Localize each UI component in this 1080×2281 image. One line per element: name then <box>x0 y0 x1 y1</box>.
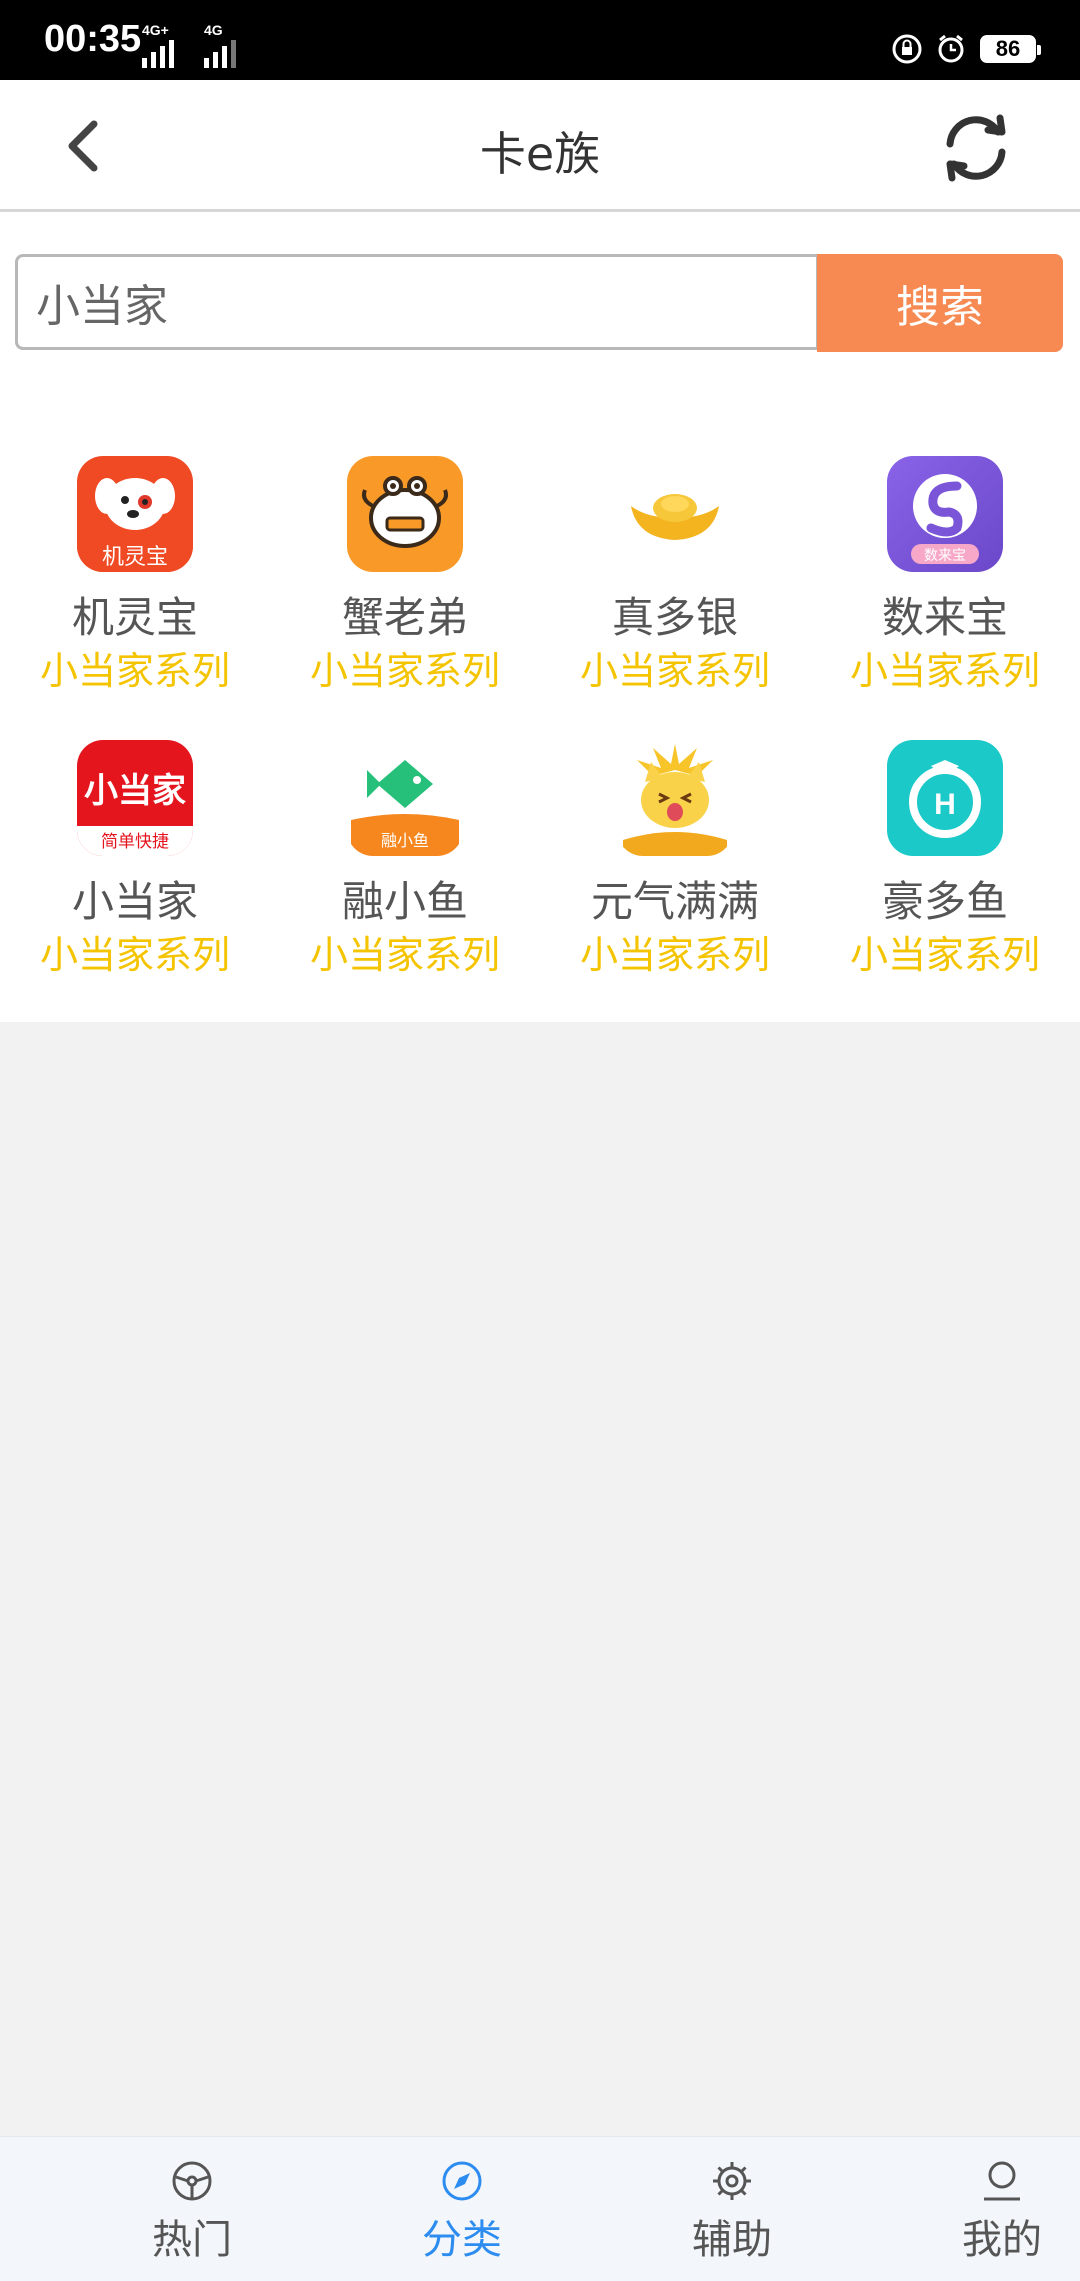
sim2-network-label: 4G <box>204 22 223 38</box>
app-name: 融小鱼 <box>341 877 468 926</box>
sim1-network-label: 4G+ <box>142 22 169 38</box>
svg-text:简单快捷: 简单快捷 <box>101 832 169 852</box>
page-title: 卡e族 <box>479 127 601 181</box>
tab-category-label: 分类 <box>422 2217 502 2263</box>
search-input[interactable] <box>15 254 819 350</box>
app-name: 真多银 <box>611 593 738 642</box>
app-item[interactable]: 元气满满 小当家系列 <box>540 676 810 977</box>
app-item[interactable]: 小当家 简单快捷 小当家 小当家系列 <box>0 676 270 977</box>
status-right: 86 <box>892 34 1041 64</box>
tab-category[interactable]: 分类 <box>362 2137 562 2281</box>
shulaibao-icon: 数来宝 <box>887 456 1003 572</box>
app-name: 豪多鱼 <box>881 877 1008 926</box>
app-item[interactable]: 真多银 小当家系列 <box>540 392 810 693</box>
gear-icon <box>713 2162 751 2200</box>
app-name: 元气满满 <box>590 877 759 926</box>
steering-wheel-icon <box>172 2161 212 2201</box>
svg-text:小当家: 小当家 <box>84 771 186 811</box>
status-bar: 00:35 4G+ 4G 86 <box>0 0 1080 80</box>
zhenduoyin-icon <box>617 456 733 572</box>
app-series: 小当家系列 <box>309 933 500 977</box>
app-series: 小当家系列 <box>39 933 230 977</box>
rongxiaoyu-icon: 融小鱼 <box>347 740 463 856</box>
search-button[interactable]: 搜索 <box>817 254 1063 352</box>
app-item[interactable]: 融小鱼 融小鱼 小当家系列 <box>270 676 540 977</box>
xielaodi-icon <box>347 456 463 572</box>
tab-assist[interactable]: 辅助 <box>632 2137 832 2281</box>
svg-text:数来宝: 数来宝 <box>924 548 966 564</box>
tab-assist-label: 辅助 <box>692 2217 772 2263</box>
app-name: 小当家 <box>71 877 198 926</box>
app-name: 数来宝 <box>881 593 1008 642</box>
xiaodangjia-icon: 小当家 简单快捷 <box>77 740 193 856</box>
compass-icon <box>442 2161 482 2201</box>
app-name: 蟹老弟 <box>341 593 468 642</box>
app-name: 机灵宝 <box>71 593 198 642</box>
signal-sim2-icon: 4G <box>204 22 236 68</box>
person-icon <box>984 2161 1020 2201</box>
tab-mine[interactable]: 我的 <box>902 2137 1080 2281</box>
app-item[interactable]: 蟹老弟 小当家系列 <box>270 392 540 693</box>
top-app-bar: 卡e族 <box>0 80 1080 212</box>
tab-hot[interactable]: 热门 <box>92 2137 292 2281</box>
app-series: 小当家系列 <box>579 933 770 977</box>
svg-text:H: H <box>934 788 956 821</box>
app-grid: 机灵宝 机灵宝 小当家系列 蟹老弟 小当家系列 真多银 小当家系列 数来宝 数来… <box>0 392 1080 1022</box>
app-item[interactable]: H 豪多鱼 小当家系列 <box>810 676 1080 977</box>
refresh-button[interactable] <box>936 108 1016 188</box>
yuanqimanman-icon <box>617 740 733 856</box>
app-item[interactable]: 数来宝 数来宝 小当家系列 <box>810 392 1080 693</box>
haoduoyu-icon: H <box>887 740 1003 856</box>
tab-hot-label: 热门 <box>152 2217 232 2263</box>
app-series: 小当家系列 <box>849 933 1040 977</box>
svg-text:融小鱼: 融小鱼 <box>381 831 429 850</box>
alarm-icon <box>938 34 964 63</box>
battery-indicator: 86 <box>980 35 1041 63</box>
status-time: 00:35 <box>44 18 142 60</box>
lock-rotation-icon <box>892 34 922 64</box>
app-item[interactable]: 机灵宝 机灵宝 小当家系列 <box>0 392 270 693</box>
tab-mine-label: 我的 <box>962 2217 1042 2263</box>
refresh-icon <box>946 114 1006 182</box>
search-bar: 搜索 <box>0 212 1080 392</box>
jilingbao-icon: 机灵宝 <box>77 456 193 572</box>
svg-text:机灵宝: 机灵宝 <box>102 545 168 570</box>
signal-sim1-icon: 4G+ <box>142 22 174 68</box>
bottom-navigation: 热门 分类 辅助 我的 <box>0 2136 1080 2281</box>
